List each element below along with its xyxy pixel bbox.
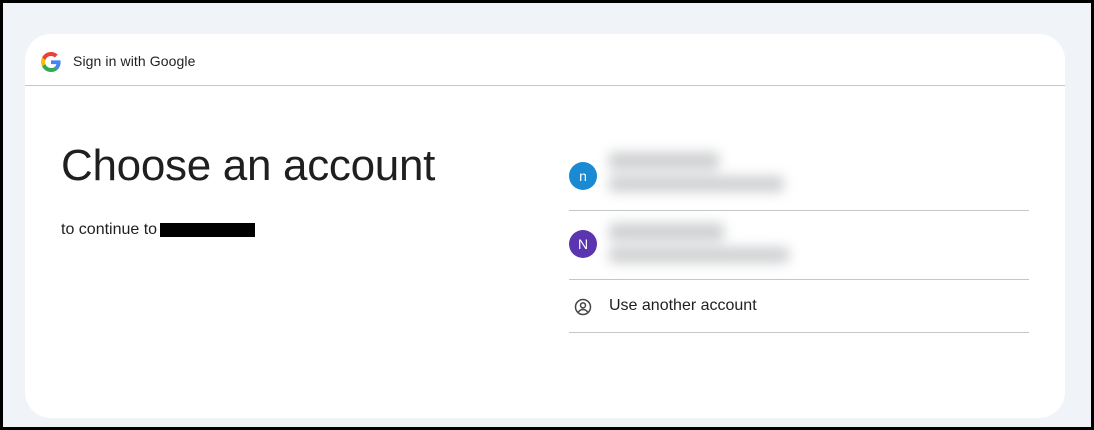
avatar-initial: N: [577, 236, 589, 252]
blurred-account-info: [609, 223, 789, 269]
account-item[interactable]: N: [569, 211, 1029, 280]
blurred-account-info: [609, 152, 784, 198]
account-circle-icon: [574, 298, 592, 316]
use-another-account-label: Use another account: [609, 297, 757, 314]
account-list: n N Use another account: [569, 144, 1029, 333]
subtitle-text: to continue to: [61, 221, 158, 238]
sign-in-card: Sign in with Google Choose an account to…: [25, 34, 1065, 418]
left-pane: Choose an account: [61, 138, 541, 194]
page-title: Choose an account: [61, 141, 436, 190]
window-frame: Sign in with Google Choose an account to…: [0, 0, 1094, 430]
card-header: Sign in with Google: [25, 34, 1065, 86]
google-g-icon: [41, 52, 61, 72]
use-another-account-button[interactable]: Use another account: [569, 280, 1029, 333]
avatar-initial: n: [579, 168, 587, 184]
redacted-app-name: [160, 223, 256, 237]
avatar: N: [569, 230, 597, 258]
subtitle: to continue to: [61, 221, 256, 239]
avatar: n: [569, 162, 597, 190]
account-item[interactable]: n: [569, 144, 1029, 211]
header-title: Sign in with Google: [73, 53, 196, 69]
